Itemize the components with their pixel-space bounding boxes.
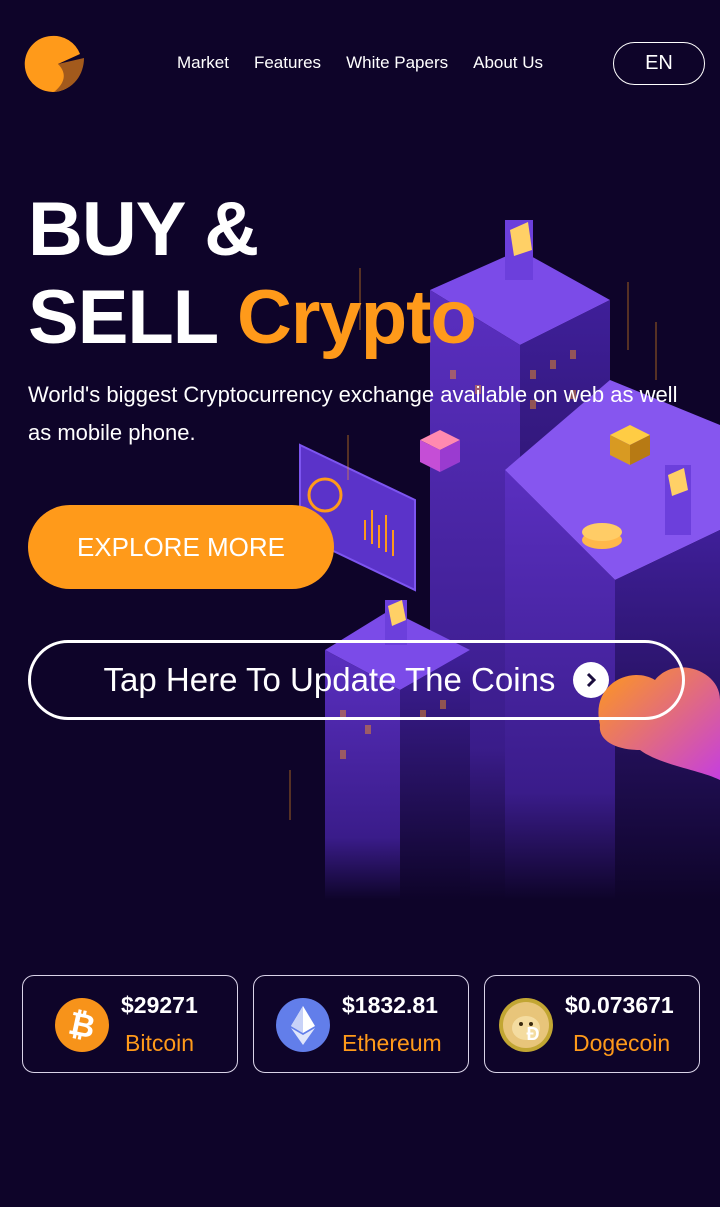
coin-list: ₿ $29271 Bitcoin $1832.81 Ethereum Ð $0.…: [22, 975, 700, 1073]
ethereum-icon: [276, 998, 330, 1052]
nav-item-white-papers[interactable]: White Papers: [346, 53, 448, 73]
language-button[interactable]: EN: [613, 42, 705, 85]
coin-card-ethereum[interactable]: $1832.81 Ethereum: [253, 975, 469, 1073]
nav-item-features[interactable]: Features: [254, 53, 321, 73]
hero-subtitle: World's biggest Cryptocurrency exchange …: [28, 382, 678, 445]
hero-title-line1: BUY &: [28, 187, 259, 272]
coin-price: $0.073671: [565, 992, 674, 1018]
coin-price: $29271: [121, 992, 198, 1018]
coin-name: Bitcoin: [125, 1030, 195, 1056]
bitcoin-icon: ₿: [55, 998, 109, 1052]
svg-text:Ð: Ð: [527, 1024, 540, 1044]
coin-name: Dogecoin: [573, 1030, 671, 1056]
brand-logo-icon[interactable]: [18, 34, 84, 92]
coin-card-bitcoin[interactable]: ₿ $29271 Bitcoin: [22, 975, 238, 1073]
coin-price: $1832.81: [342, 992, 438, 1018]
nav-item-market[interactable]: Market: [177, 53, 229, 73]
hero-title: BUY & SELL Crypto: [28, 186, 477, 362]
main-nav: Market Features White Papers About Us: [177, 53, 568, 73]
explore-more-button[interactable]: EXPLORE MORE: [28, 505, 334, 589]
coin-card-dogecoin[interactable]: Ð $0.073671 Dogecoin: [484, 975, 700, 1073]
update-coins-label: Tap Here To Update The Coins: [103, 661, 556, 698]
nav-item-about-us[interactable]: About Us: [473, 53, 543, 73]
coin-name: Ethereum: [342, 1030, 442, 1056]
chevron-right-icon: [573, 662, 610, 698]
hero-title-sell: SELL: [28, 275, 218, 360]
hero-title-crypto: Crypto: [236, 275, 477, 360]
dogecoin-icon: Ð: [499, 998, 553, 1052]
update-coins-button[interactable]: Tap Here To Update The Coins: [28, 640, 685, 720]
